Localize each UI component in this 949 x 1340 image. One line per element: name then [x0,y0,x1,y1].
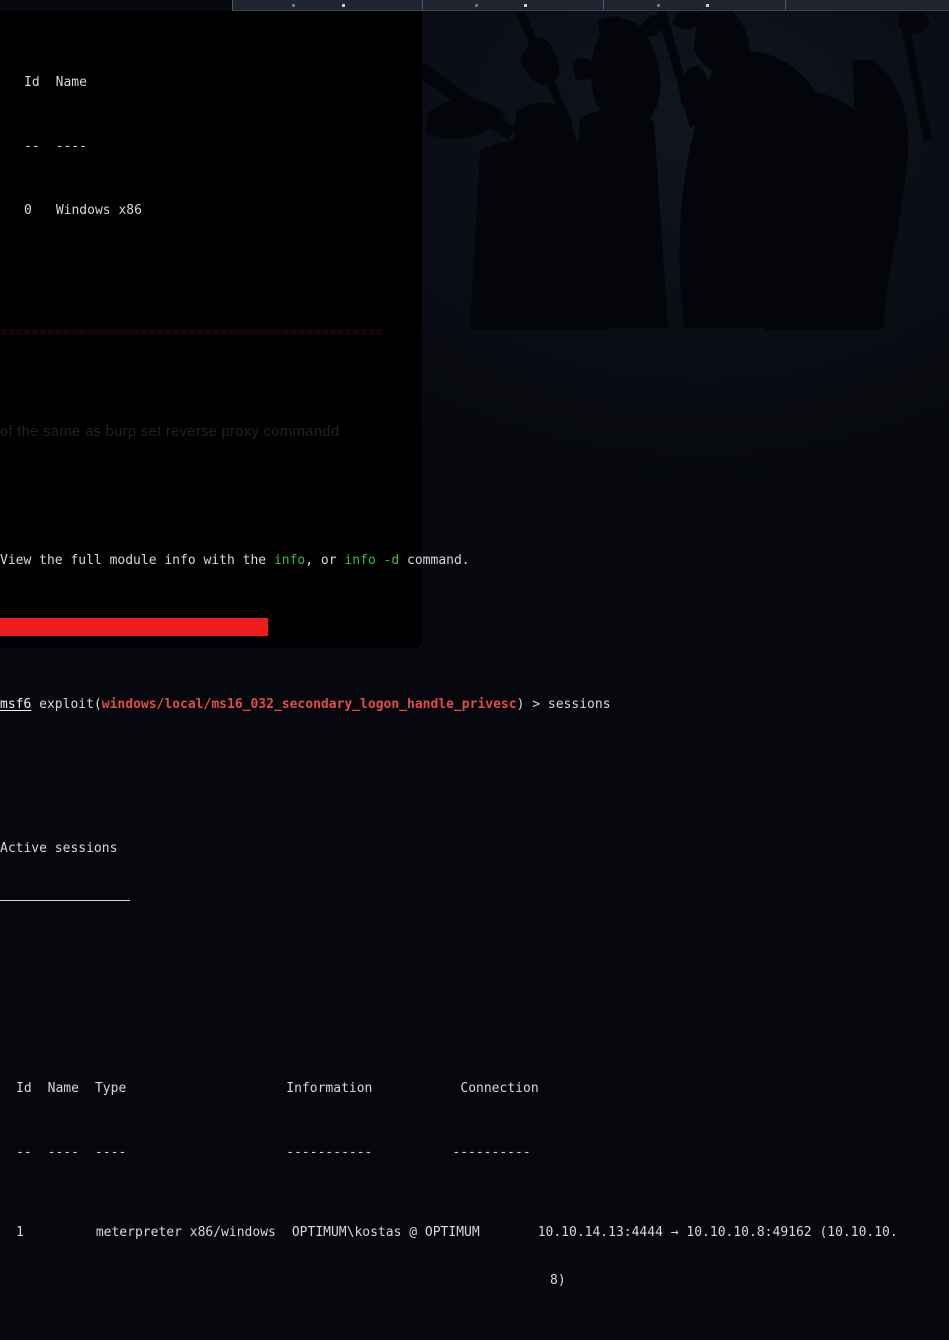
taskbar-indicator [657,4,660,7]
hint-prefix: View the full module info with the [0,553,274,568]
prompt-close: ) > [516,697,548,712]
targets-table-rule: -- ---- [0,139,949,155]
redaction-bar-root-flag [0,618,268,636]
rule-id: -- [16,1145,32,1160]
taskbar-separator [603,0,604,11]
session-table-row[interactable]: 1 meterpreter x86/windows OPTIMUM\kostas @… [0,1225,949,1241]
rule-name: ---- [47,1145,79,1160]
hint-middle: , or [305,553,345,568]
rule-information: ----------- [286,1145,373,1160]
info-d-command[interactable]: info -d [344,553,399,568]
dim-separator-line: ========================================… [0,325,949,341]
session-id: 1 [16,1225,24,1240]
taskbar-separator [785,0,786,11]
separator-text: ========================================… [0,325,384,340]
rule-type: ---- [94,1145,127,1160]
top-taskbar[interactable] [232,0,949,11]
terminal-console-output[interactable]: Id Name -- ---- 0 Windows x86 =============… [0,11,949,1288]
sessions-heading-rule [0,889,949,905]
session-connection-cont: 8) [550,1273,566,1288]
targets-table-header: Id Name [0,75,949,91]
taskbar-indicator [706,4,709,7]
prompt-line-sessions[interactable]: msf6 exploit(windows/local/ms16_032_seco… [0,697,949,713]
taskbar-indicator [342,4,345,7]
target-id: 0 [24,203,32,218]
taskbar-separator [422,0,423,11]
taskbar-indicator [524,4,527,7]
taskbar-indicator [475,4,478,7]
sessions-table-header: Id Name Type Information Connection [0,1081,949,1097]
sessions-col-type: Type [94,1081,127,1096]
module-info-hint-line: View the full module info with the info,… [0,553,949,569]
info-command[interactable]: info [274,553,305,568]
rule-connection: ---------- [452,1145,531,1160]
target-name: Windows x86 [55,203,142,218]
targets-table-row: 0 Windows x86 [0,203,949,219]
sessions-heading-text: Active sessions [0,841,118,856]
exploit-keyword: exploit( [31,697,102,712]
session-type: meterpreter x86/windows [95,1225,276,1240]
module-name: windows/local/ms16_032_secondary_logon_h… [101,697,517,712]
taskbar-separator [232,0,233,11]
sessions-col-information: Information [286,1081,373,1096]
session-information: OPTIMUM\kostas @ OPTIMUM [291,1225,480,1240]
targets-col-id: Id [24,75,40,90]
session-connection-wrap: 8) [0,1273,949,1289]
sessions-table-rule: -- ---- ---- ----------- ---------- [0,1145,949,1161]
targets-col-name: Name [55,75,87,90]
sessions-col-id: Id [16,1081,32,1096]
sessions-heading: Active sessions [0,841,949,857]
session-connection: 10.10.14.13:4444 → 10.10.10.8:49162 (10.… [537,1225,898,1240]
targets-rule-name: ---- [55,139,87,154]
heading-underline [0,889,130,901]
hint-suffix: command. [399,553,470,568]
sessions-col-name: Name [47,1081,79,1096]
typed-command: sessions [547,697,611,712]
targets-rule-id: -- [24,139,40,154]
msf-prompt-label: msf6 [0,697,32,712]
sessions-col-connection: Connection [460,1081,539,1096]
taskbar-indicator [292,4,295,7]
